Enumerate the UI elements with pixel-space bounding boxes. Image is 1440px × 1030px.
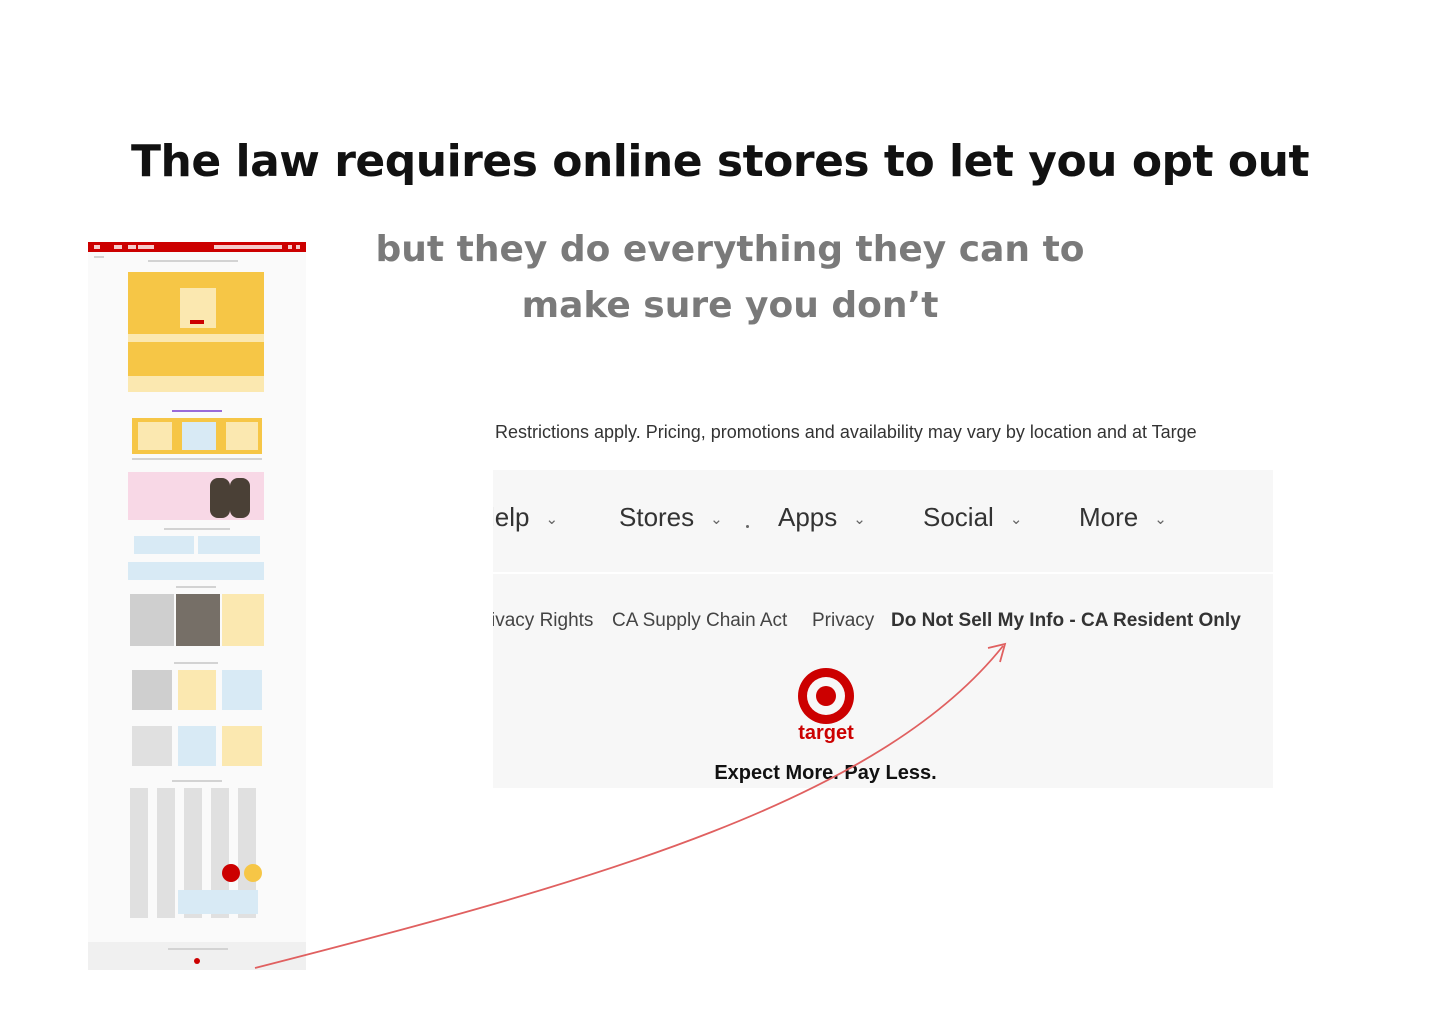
nav-stores[interactable]: Stores ⌄ — [619, 502, 723, 533]
slide-subtitle: but they do everything they can to make … — [330, 222, 1130, 334]
subtitle-line-1: but they do everything they can to — [375, 229, 1085, 270]
link-privacy[interactable]: Privacy — [812, 610, 874, 632]
link-ca-supply-chain-act[interactable]: CA Supply Chain Act — [612, 610, 787, 632]
nav-apps-label: Apps — [778, 502, 838, 532]
target-bullseye-icon[interactable] — [796, 666, 856, 726]
chevron-down-icon: ⌄ — [1009, 510, 1023, 528]
footer-crop-panel: Restrictions apply. Pricing, promotions … — [493, 404, 1273, 788]
thumb-header-bar — [88, 242, 306, 252]
brand-slogan: Expect More. Pay Less. — [714, 762, 937, 784]
separator-dot — [746, 525, 749, 528]
restrictions-text: Restrictions apply. Pricing, promotions … — [495, 422, 1197, 442]
chevron-down-icon: ⌄ — [545, 510, 559, 528]
full-page-thumbnail — [88, 242, 306, 970]
chevron-down-icon: ⌄ — [710, 510, 723, 528]
nav-social[interactable]: Social ⌄ — [923, 502, 1022, 533]
footer-nav: lelp ⌄ Stores ⌄ Apps ⌄ Social ⌄ More ⌄ — [493, 502, 1273, 542]
nav-more-label: More — [1079, 502, 1139, 532]
nav-more[interactable]: More ⌄ — [1079, 502, 1167, 533]
nav-help-label: lelp — [493, 502, 530, 532]
brand-name: target — [798, 722, 854, 744]
link-do-not-sell-my-info[interactable]: Do Not Sell My Info - CA Resident Only — [891, 610, 1241, 632]
link-privacy-rights[interactable]: ivacy Rights — [493, 610, 593, 632]
chevron-down-icon: ⌄ — [1154, 510, 1167, 528]
nav-help[interactable]: lelp ⌄ — [493, 502, 558, 533]
nav-apps[interactable]: Apps ⌄ — [778, 502, 866, 533]
section-divider — [493, 572, 1273, 574]
subtitle-line-2: make sure you don’t — [521, 285, 939, 326]
restrictions-bar: Restrictions apply. Pricing, promotions … — [493, 404, 1273, 470]
nav-stores-label: Stores — [619, 502, 695, 532]
nav-social-label: Social — [923, 502, 994, 532]
chevron-down-icon: ⌄ — [853, 510, 866, 528]
slide-title: The law requires online stores to let yo… — [130, 136, 1310, 187]
